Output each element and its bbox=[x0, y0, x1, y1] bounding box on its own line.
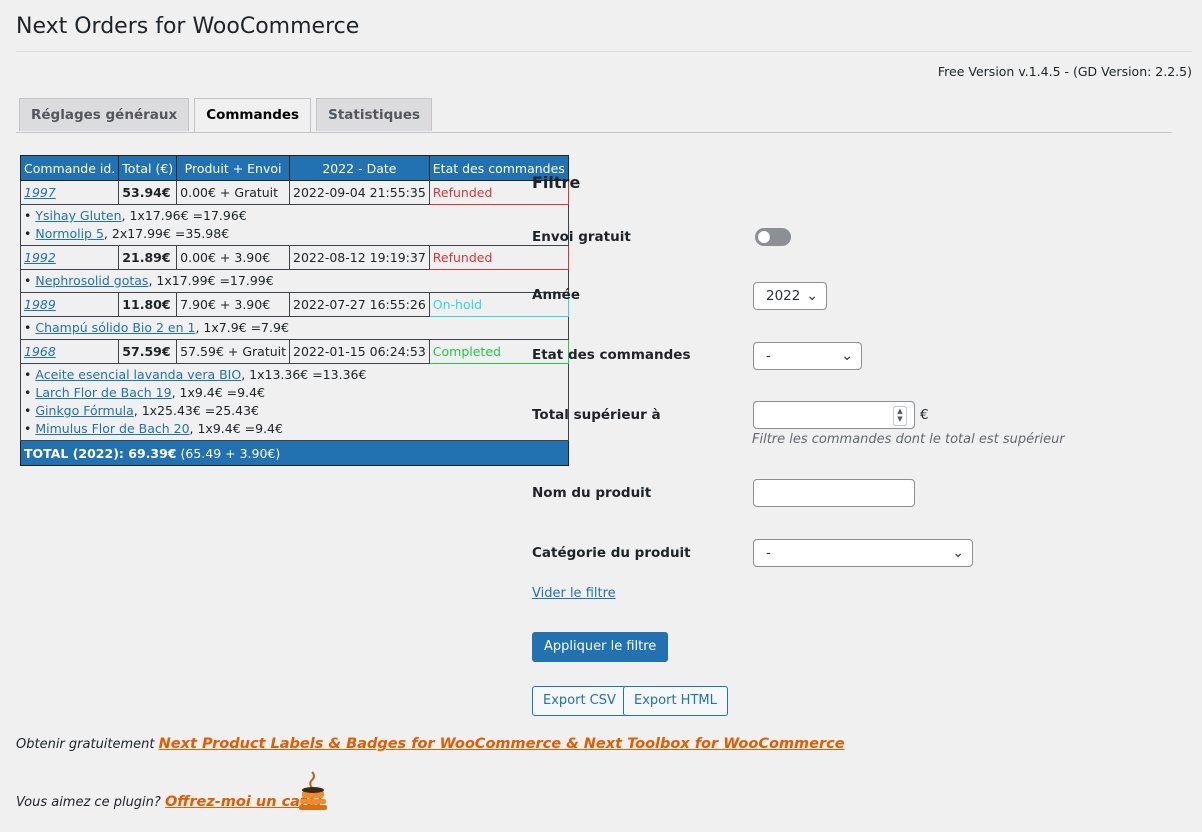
product-link[interactable]: Larch Flor de Bach 19 bbox=[35, 385, 171, 400]
free-shipping-label: Envoi gratuit bbox=[532, 229, 631, 245]
column-header-date: 2022 - Date bbox=[289, 155, 430, 181]
chevron-down-icon: ⌄ bbox=[806, 288, 818, 304]
year-label: Année bbox=[532, 287, 580, 303]
order-row: 1992 21.89€ 0.00€ + 3.90€ 2022-08-12 19:… bbox=[19, 245, 569, 270]
tab-bar: Réglages généraux Commandes Statistiques bbox=[19, 98, 433, 132]
toggle-knob bbox=[758, 231, 770, 243]
product-link[interactable]: Aceite esencial lavanda vera BIO bbox=[35, 367, 241, 382]
status-label: Etat des commandes bbox=[532, 347, 691, 363]
promo-prefix: Obtenir gratuitement bbox=[16, 737, 159, 752]
total-label: TOTAL (2022): 69.39€ bbox=[24, 445, 177, 461]
apply-filter-button[interactable]: Appliquer le filtre bbox=[532, 632, 669, 662]
export-html-button[interactable]: Export HTML bbox=[623, 686, 728, 716]
filter-title: Filtre bbox=[532, 173, 581, 192]
column-header-total: Total (€) bbox=[118, 155, 178, 181]
order-status: Refunded bbox=[428, 245, 569, 270]
product-link[interactable]: Champú sólido Bio 2 en 1 bbox=[35, 320, 195, 335]
order-date: 2022-07-27 16:55:26 bbox=[289, 292, 430, 317]
product-name-input[interactable] bbox=[753, 479, 915, 507]
column-header-product-shipping: Produit + Envoi bbox=[176, 155, 291, 181]
item-detail: , 1x17.96€ =17.96€ bbox=[121, 208, 247, 223]
total-breakdown: (65.49 + 3.90€) bbox=[176, 445, 281, 461]
order-row: 1989 11.80€ 7.90€ + 3.90€ 2022-07-27 16:… bbox=[19, 292, 569, 317]
free-shipping-toggle[interactable] bbox=[755, 228, 791, 246]
list-item: • Normolip 5, 2x17.99€ =35.98€ bbox=[24, 226, 230, 241]
coffee-line: Vous aimez ce plugin? Offrez-moi un café… bbox=[16, 794, 323, 810]
item-detail: , 1x9.4€ =9.4€ bbox=[171, 385, 265, 400]
category-select[interactable]: - ⌄ bbox=[753, 539, 973, 567]
category-label: Catégorie du produit bbox=[532, 545, 691, 561]
year-select[interactable]: 2022 ⌄ bbox=[753, 282, 827, 310]
total-above-hint: Filtre les commandes dont le total est s… bbox=[752, 432, 1065, 447]
product-link[interactable]: Ysihay Gluten bbox=[35, 208, 121, 223]
list-item: • Ysihay Gluten, 1x17.96€ =17.96€ bbox=[24, 208, 247, 223]
item-detail: , 2x17.99€ =35.98€ bbox=[103, 226, 230, 241]
promo-link[interactable]: Next Product Labels & Badges for WooComm… bbox=[159, 736, 845, 752]
order-items-row: • Nephrosolid gotas, 1x17.99€ =17.99€ bbox=[20, 269, 569, 293]
order-items-row: • Aceite esencial lavanda vera BIO, 1x13… bbox=[20, 363, 569, 441]
order-total: 11.80€ bbox=[118, 292, 178, 317]
item-detail: , 1x7.9€ =7.9€ bbox=[195, 320, 289, 335]
year-select-value: 2022 bbox=[766, 288, 801, 304]
product-link[interactable]: Ginkgo Fórmula bbox=[35, 403, 133, 418]
order-product-shipping: 7.90€ + 3.90€ bbox=[176, 292, 291, 317]
product-name-label: Nom du produit bbox=[532, 485, 652, 501]
export-csv-button[interactable]: Export CSV bbox=[532, 686, 627, 716]
column-header-order-id: Commande id. bbox=[19, 155, 120, 181]
category-select-value: - bbox=[766, 545, 771, 561]
order-date: 2022-08-12 19:19:37 bbox=[289, 245, 430, 270]
list-item: • Mimulus Flor de Bach 20, 1x9.4€ =9.4€ bbox=[24, 421, 283, 436]
item-detail: , 1x17.99€ =17.99€ bbox=[148, 273, 274, 288]
total-above-input[interactable]: ▲ ▼ bbox=[753, 401, 915, 429]
item-detail: , 1x9.4€ =9.4€ bbox=[189, 421, 283, 436]
coffee-prefix: Vous aimez ce plugin? bbox=[16, 795, 165, 810]
order-date: 2022-09-04 21:55:35 bbox=[289, 180, 430, 205]
spinner-arrows-icon[interactable]: ▲ ▼ bbox=[893, 406, 907, 426]
order-row: 1968 57.59€ 57.59€ + Gratuit 2022-01-15 … bbox=[19, 339, 569, 364]
order-items-row: • Champú sólido Bio 2 en 1, 1x7.9€ =7.9€ bbox=[20, 316, 569, 340]
order-id-link[interactable]: 1989 bbox=[24, 297, 56, 312]
chevron-down-icon: ⌄ bbox=[952, 545, 964, 561]
order-total: 21.89€ bbox=[118, 245, 178, 270]
total-row: TOTAL (2022): 69.39€ (65.49 + 3.90€) bbox=[20, 440, 569, 466]
status-select-value: - bbox=[766, 348, 771, 364]
list-item: • Nephrosolid gotas, 1x17.99€ =17.99€ bbox=[24, 273, 274, 288]
total-above-label: Total supérieur à bbox=[532, 407, 661, 423]
tab-general-settings[interactable]: Réglages généraux bbox=[19, 98, 190, 131]
order-product-shipping: 0.00€ + 3.90€ bbox=[176, 245, 291, 270]
currency-symbol: € bbox=[920, 407, 929, 423]
list-item: • Champú sólido Bio 2 en 1, 1x7.9€ =7.9€ bbox=[24, 320, 289, 335]
order-product-shipping: 57.59€ + Gratuit bbox=[176, 339, 291, 364]
page-title: Next Orders for WooCommerce bbox=[16, 14, 360, 39]
item-detail: , 1x25.43€ =25.43€ bbox=[133, 403, 260, 418]
orders-table: Commande id. Total (€) Produit + Envoi 2… bbox=[19, 155, 569, 466]
product-link[interactable]: Nephrosolid gotas bbox=[35, 273, 148, 288]
version-info: Free Version v.1.4.5 - (GD Version: 2.2.… bbox=[937, 64, 1192, 79]
chevron-down-icon: ⌄ bbox=[841, 348, 853, 364]
item-detail: , 1x13.36€ =13.36€ bbox=[241, 367, 367, 382]
product-link[interactable]: Mimulus Flor de Bach 20 bbox=[35, 421, 189, 436]
order-total: 57.59€ bbox=[118, 339, 178, 364]
status-select[interactable]: - ⌄ bbox=[753, 342, 862, 370]
list-item: • Aceite esencial lavanda vera BIO, 1x13… bbox=[24, 367, 367, 382]
order-id-link[interactable]: 1992 bbox=[24, 250, 56, 265]
coffee-cup-icon[interactable] bbox=[297, 770, 331, 812]
list-item: • Larch Flor de Bach 19, 1x9.4€ =9.4€ bbox=[24, 385, 265, 400]
order-items-row: • Ysihay Gluten, 1x17.96€ =17.96€ • Norm… bbox=[20, 204, 569, 246]
product-link[interactable]: Normolip 5 bbox=[35, 226, 104, 241]
order-row: 1997 53.94€ 0.00€ + Gratuit 2022-09-04 2… bbox=[19, 180, 569, 205]
order-id-link[interactable]: 1968 bbox=[24, 344, 56, 359]
promo-line: Obtenir gratuitement Next Product Labels… bbox=[16, 736, 845, 752]
tab-statistics[interactable]: Statistiques bbox=[316, 98, 433, 131]
tab-orders[interactable]: Commandes bbox=[194, 98, 312, 132]
table-header-row: Commande id. Total (€) Produit + Envoi 2… bbox=[19, 155, 569, 181]
title-divider bbox=[16, 51, 1192, 52]
clear-filter-link[interactable]: Vider le filtre bbox=[532, 586, 616, 601]
order-total: 53.94€ bbox=[118, 180, 178, 205]
list-item: • Ginkgo Fórmula, 1x25.43€ =25.43€ bbox=[24, 403, 260, 418]
order-product-shipping: 0.00€ + Gratuit bbox=[176, 180, 291, 205]
order-date: 2022-01-15 06:24:53 bbox=[289, 339, 430, 364]
tabs-divider bbox=[16, 132, 1172, 133]
order-id-link[interactable]: 1997 bbox=[24, 185, 56, 200]
